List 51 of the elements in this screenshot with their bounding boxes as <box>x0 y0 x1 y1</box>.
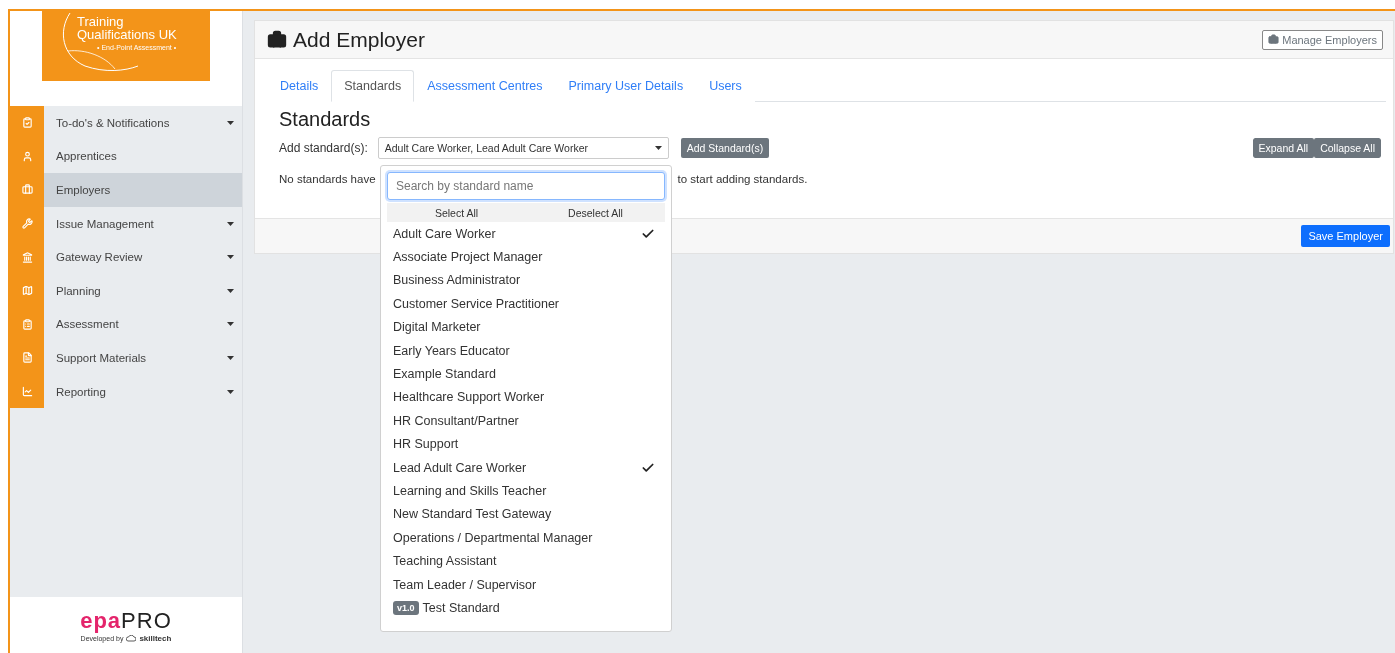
user-icon <box>21 150 33 162</box>
dropdown-option[interactable]: Teaching Assistant <box>387 549 665 573</box>
dropdown-option[interactable]: Associate Project Manager <box>387 245 665 269</box>
dropdown-option[interactable]: Customer Service Practitioner <box>387 292 665 316</box>
add-standards-button[interactable]: Add Standard(s) <box>680 138 770 158</box>
wrench-icon <box>21 218 33 230</box>
briefcase-icon <box>1268 34 1280 45</box>
field-label: Add standard(s): <box>279 141 368 155</box>
expand-all-button[interactable]: Expand All <box>1252 138 1315 158</box>
briefcase-icon <box>21 184 33 196</box>
document-icon <box>21 352 33 364</box>
dropdown-option[interactable]: Lead Adult Care Worker <box>387 455 665 480</box>
briefcase-icon <box>267 29 287 50</box>
clipboard-icon <box>21 318 33 330</box>
dropdown-option[interactable]: Example Standard <box>387 362 665 386</box>
dropdown-option[interactable]: New Standard Test Gateway <box>387 502 665 527</box>
version-badge: v1.0 <box>393 600 419 615</box>
dropdown-option[interactable]: Adult Care Worker <box>387 222 665 246</box>
manage-employers-button[interactable]: Manage Employers <box>1262 29 1383 50</box>
dropdown-option[interactable]: Operations / Departmental Manager <box>387 526 665 550</box>
cloud-icon <box>126 634 137 642</box>
deselect-all-button[interactable]: Deselect All <box>526 203 665 222</box>
tab[interactable]: Standards <box>331 70 415 102</box>
page-title: Add Employer <box>293 27 426 52</box>
empty-message: No standards have <box>279 173 376 185</box>
brand-logo: epaPRO <box>80 607 172 634</box>
dropdown-option[interactable]: v1.0 Test Standard <box>387 596 665 620</box>
empty-message: to start adding standards. <box>677 173 808 185</box>
sidebar-item[interactable]: Employers <box>10 173 242 207</box>
dropdown-option[interactable]: HR Consultant/Partner <box>387 409 665 433</box>
dropdown-option[interactable]: Learning and Skills Teacher <box>387 479 665 503</box>
dropdown-option[interactable]: Early Years Educator <box>387 338 665 363</box>
building-icon <box>21 251 33 263</box>
dropdown-option[interactable]: Business Administrator <box>387 268 665 293</box>
save-employer-button[interactable]: Save Employer <box>1301 225 1390 247</box>
clipboard-check-icon <box>21 117 33 129</box>
developer-name: skilltech <box>139 633 172 643</box>
select-all-button[interactable]: Select All <box>387 203 526 222</box>
caret-icon <box>654 146 662 150</box>
chart-icon <box>21 386 33 398</box>
dropdown-option[interactable]: Team Leader / Supervisor <box>387 572 665 597</box>
map-icon <box>21 285 33 297</box>
dropdown-option[interactable]: Digital Marketer <box>387 315 665 339</box>
dropdown-option[interactable]: Healthcare Support Worker <box>387 385 665 410</box>
logo-text: Qualifications UK <box>77 28 178 41</box>
collapse-all-button[interactable]: Collapse All <box>1314 138 1381 158</box>
section-title: Standards <box>279 108 372 131</box>
logo-text: Training <box>77 15 124 28</box>
standards-select[interactable]: Adult Care Worker, Lead Adult Care Worker <box>377 137 669 159</box>
dropdown-option[interactable]: HR Support <box>387 432 665 456</box>
search-field[interactable]: Search by standard name <box>387 172 665 200</box>
